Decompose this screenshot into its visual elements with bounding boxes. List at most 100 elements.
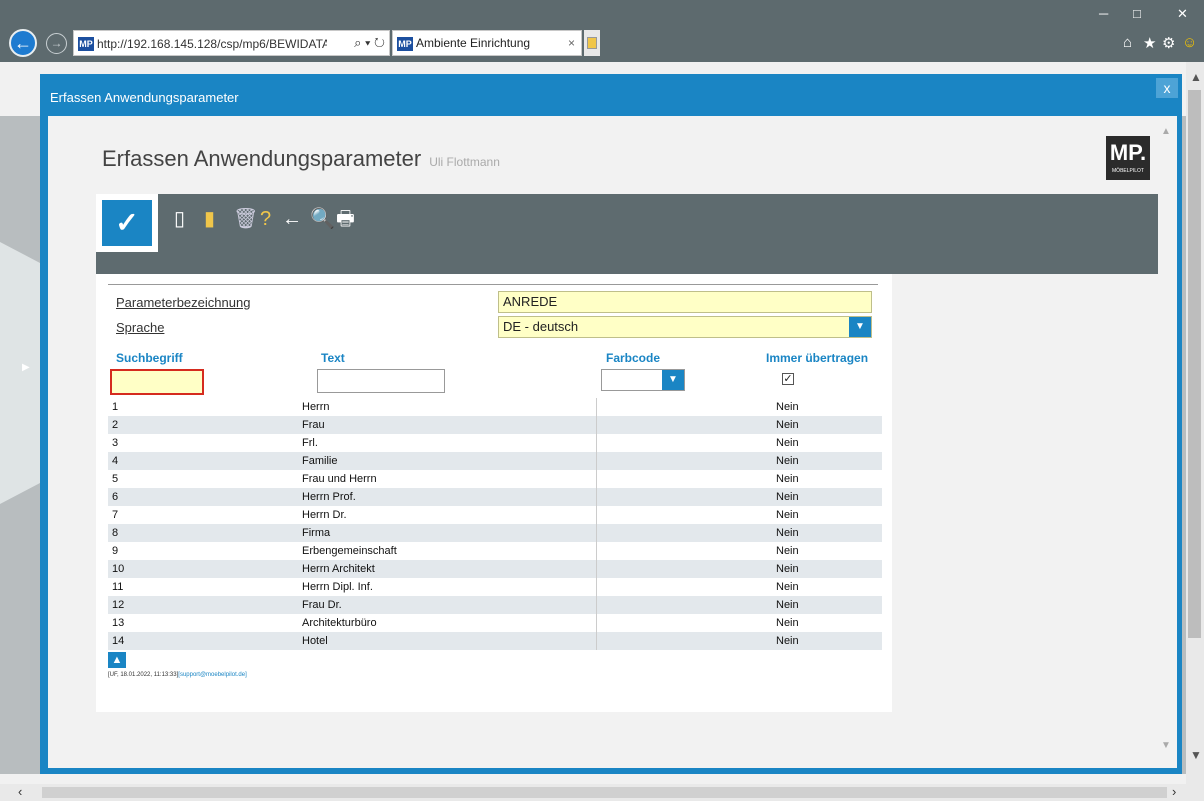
chevron-down-icon[interactable]: ▼	[662, 370, 684, 390]
footer-email-link[interactable]: [support@moebelpilot.de]	[178, 672, 246, 678]
cell-text: Herrn Prof.	[302, 491, 356, 503]
table-row[interactable]: 1 Herrn Nein	[108, 398, 882, 416]
scroll-left-icon[interactable]: ‹	[18, 784, 22, 799]
address-url: http://192.168.145.128/csp/mp6/BEWIDATA.…	[97, 36, 357, 51]
col-header-text[interactable]: Text	[321, 351, 345, 365]
browser-tab[interactable]: MP Ambiente Einrichtung ×	[392, 30, 582, 56]
scroll-top-button[interactable]: ▲	[108, 652, 126, 668]
favorites-star-icon[interactable]: ★	[1143, 34, 1156, 52]
dialog-scrollbar[interactable]: ▲ ▼	[1158, 120, 1175, 764]
new-document-icon[interactable]: ▯	[174, 206, 185, 232]
tab-close-icon[interactable]: ×	[568, 31, 575, 55]
cell-suchbegriff: 3	[112, 437, 119, 449]
scroll-up-icon[interactable]: ▲	[1161, 126, 1171, 137]
table-row[interactable]: 11 Herrn Dipl. Inf. Nein	[108, 578, 882, 596]
cell-text: Herrn	[302, 401, 330, 413]
page-vertical-scrollbar[interactable]: ▲ ▼	[1186, 62, 1204, 784]
table-body: 1 Herrn Nein 2 Frau Nein 3 Frl. Nein 4 Familie Nein…	[108, 398, 882, 650]
dialog-close-button[interactable]: x	[1156, 78, 1178, 98]
cell-text: Architekturbüro	[302, 617, 377, 629]
filter-suchbegriff-input[interactable]	[110, 369, 204, 395]
chevron-down-icon[interactable]: ▼	[849, 317, 871, 337]
checkmark-icon: ✓	[102, 200, 152, 246]
open-folder-icon[interactable]: ▮	[204, 206, 215, 232]
cell-immer: Nein	[776, 491, 799, 503]
col-header-immer[interactable]: Immer übertragen	[766, 351, 868, 365]
user-name: Uli Flottmann	[429, 155, 500, 169]
dialog-content: ▲ ▼ Erfassen Anwendungsparameter Uli Flot…	[48, 116, 1177, 768]
scroll-right-icon[interactable]: ›	[1172, 784, 1176, 799]
cell-suchbegriff: 11	[112, 581, 124, 593]
table-row[interactable]: 6 Herrn Prof. Nein	[108, 488, 882, 506]
cell-farbcode	[596, 596, 773, 614]
address-bar[interactable]: MP http://192.168.145.128/csp/mp6/BEWIDAT…	[73, 30, 390, 56]
minimize-icon[interactable]: ─	[1099, 6, 1108, 21]
print-icon[interactable]: 🖶	[336, 206, 355, 232]
footer-note: [UF, 18.01.2022, 11:13:33][support@moebe…	[108, 672, 247, 678]
table-row[interactable]: 3 Frl. Nein	[108, 434, 882, 452]
table-row[interactable]: 14 Hotel Nein	[108, 632, 882, 650]
cell-text: Herrn Dipl. Inf.	[302, 581, 373, 593]
footer-info: [UF, 18.01.2022, 11:13:33]	[108, 672, 179, 678]
parameter-label[interactable]: Parameterbezeichnung	[116, 295, 250, 310]
side-panel-toggle[interactable]: ▶	[0, 242, 40, 504]
table-row[interactable]: 10 Herrn Architekt Nein	[108, 560, 882, 578]
col-header-farbcode[interactable]: Farbcode	[606, 351, 660, 365]
cell-farbcode	[596, 452, 773, 470]
col-header-suchbegriff[interactable]: Suchbegriff	[116, 351, 183, 365]
back-arrow-icon[interactable]: ←	[282, 206, 302, 232]
cell-suchbegriff: 13	[112, 617, 125, 629]
moebelpilot-logo: MP. MÖBELPILOT	[1106, 136, 1150, 180]
table-row[interactable]: 7 Herrn Dr. Nein	[108, 506, 882, 524]
scroll-thumb[interactable]	[1188, 90, 1201, 638]
new-tab-icon	[587, 37, 597, 49]
scroll-up-icon[interactable]: ▲	[1190, 70, 1202, 84]
dialog-title: Erfassen Anwendungsparameter	[50, 90, 239, 105]
cell-farbcode	[596, 434, 773, 452]
scroll-thumb[interactable]	[42, 787, 1167, 798]
logo-text: MP.	[1109, 140, 1147, 165]
new-tab-button[interactable]	[584, 30, 600, 56]
scroll-down-icon[interactable]: ▼	[1190, 748, 1202, 762]
close-window-icon[interactable]: ✕	[1177, 6, 1188, 22]
table-row[interactable]: 9 Erbengemeinschaft Nein	[108, 542, 882, 560]
maximize-icon[interactable]: □	[1133, 6, 1141, 21]
cell-farbcode	[596, 578, 773, 596]
filter-farbcode-select[interactable]: ▼	[601, 369, 685, 391]
filter-text-input[interactable]	[317, 369, 445, 393]
confirm-button[interactable]: ✓	[96, 194, 158, 252]
smiley-icon[interactable]: ☺	[1182, 34, 1197, 51]
table-row[interactable]: 2 Frau Nein	[108, 416, 882, 434]
cell-suchbegriff: 5	[112, 473, 119, 485]
page-horizontal-scrollbar[interactable]: ‹ ›	[0, 784, 1204, 801]
language-select[interactable]: DE - deutsch ▼	[498, 316, 872, 338]
table-row[interactable]: 8 Firma Nein	[108, 524, 882, 542]
help-icon[interactable]: ?	[260, 206, 271, 232]
table-row[interactable]: 13 Architekturbüro Nein	[108, 614, 882, 632]
scroll-down-icon[interactable]: ▼	[1161, 740, 1171, 751]
cell-text: Herrn Dr.	[302, 509, 347, 521]
search-zoom-icon[interactable]: 🔍	[310, 206, 335, 232]
cell-immer: Nein	[776, 599, 799, 611]
table-row[interactable]: 5 Frau und Herrn Nein	[108, 470, 882, 488]
search-refresh-icon[interactable]: ⌕ ▾ ↻	[327, 31, 389, 55]
parameter-field[interactable]: ANREDE	[498, 291, 872, 313]
settings-gear-icon[interactable]: ⚙	[1162, 34, 1175, 52]
cell-suchbegriff: 4	[112, 455, 119, 467]
cell-immer: Nein	[776, 401, 799, 413]
cell-immer: Nein	[776, 527, 799, 539]
cell-text: Firma	[302, 527, 331, 539]
cell-suchbegriff: 8	[112, 527, 119, 539]
filter-immer-checkbox[interactable]: ✓	[782, 373, 794, 385]
table-row[interactable]: 12 Frau Dr. Nein	[108, 596, 882, 614]
cell-text: Frau	[302, 419, 325, 431]
cell-text: Erbengemeinschaft	[302, 545, 397, 557]
cell-text: Frau Dr.	[302, 599, 342, 611]
delete-trash-icon[interactable]: 🗑	[233, 206, 258, 232]
parameter-form: Parameterbezeichnung ANREDE Sprache DE -…	[96, 274, 892, 712]
home-icon[interactable]: ⌂	[1123, 34, 1132, 51]
language-label[interactable]: Sprache	[116, 320, 164, 335]
back-button[interactable]: ←	[9, 29, 37, 57]
forward-button[interactable]: →	[46, 33, 67, 54]
table-row[interactable]: 4 Familie Nein	[108, 452, 882, 470]
